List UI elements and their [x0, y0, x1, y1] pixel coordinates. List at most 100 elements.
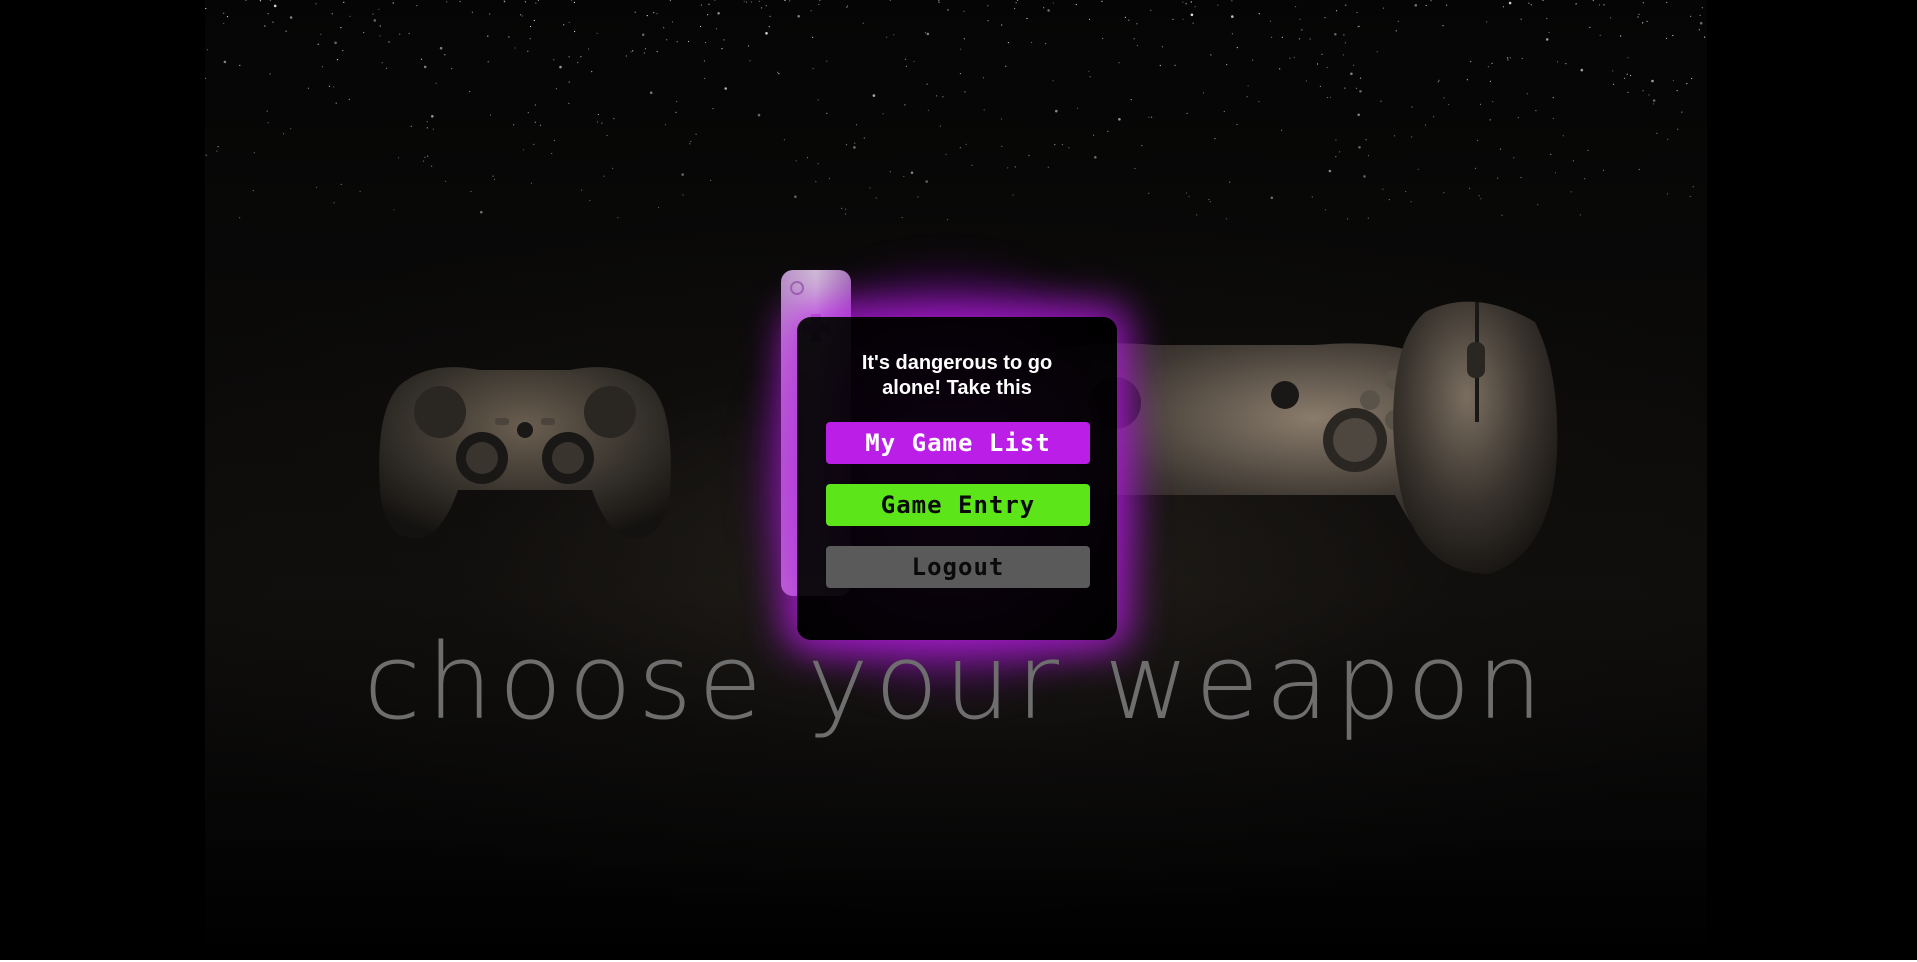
star [591, 71, 593, 73]
star [1028, 155, 1030, 157]
star [1397, 20, 1399, 22]
star [818, 3, 820, 6]
star [745, 1, 748, 3]
star [690, 140, 692, 143]
star [643, 52, 645, 54]
star [963, 10, 965, 12]
star [1102, 37, 1104, 40]
star [982, 77, 985, 79]
star [1667, 138, 1669, 140]
star [1686, 83, 1688, 85]
star [1579, 214, 1581, 216]
star [846, 5, 849, 7]
star [253, 152, 255, 154]
star [487, 61, 489, 63]
star [1231, 33, 1233, 35]
star [675, 111, 677, 113]
star [1443, 97, 1445, 99]
star [340, 27, 342, 29]
star [1487, 66, 1489, 68]
star [965, 143, 967, 145]
star [1214, 138, 1216, 140]
star [574, 30, 576, 33]
star [445, 180, 447, 182]
star [663, 27, 665, 29]
star [381, 62, 383, 64]
star [459, 0, 461, 3]
star [1497, 177, 1499, 179]
star [245, 0, 247, 1]
star [1648, 94, 1650, 96]
star [1281, 36, 1283, 38]
star [493, 178, 496, 181]
star [597, 121, 599, 123]
star [649, 91, 653, 94]
star [1466, 79, 1468, 81]
star [563, 24, 565, 26]
star [1258, 13, 1260, 15]
star [269, 73, 271, 75]
star [424, 156, 426, 158]
star [534, 121, 536, 123]
star [373, 19, 377, 22]
star [699, 25, 702, 28]
star [1202, 92, 1205, 94]
star [1347, 218, 1349, 220]
star [1521, 57, 1523, 60]
star [1642, 22, 1644, 24]
star [1689, 195, 1691, 198]
star [589, 199, 591, 202]
game-entry-button[interactable]: Game Entry [826, 484, 1090, 526]
star [1188, 195, 1190, 198]
star [845, 213, 847, 215]
star [723, 39, 725, 41]
star [1299, 18, 1301, 20]
star [1289, 57, 1291, 59]
logout-button[interactable]: Logout [826, 546, 1090, 588]
star [359, 190, 361, 192]
star [1231, 15, 1234, 18]
star [938, 0, 940, 1]
star [568, 81, 570, 83]
star [426, 121, 428, 123]
star [845, 208, 847, 210]
star [1620, 35, 1622, 37]
star [1172, 18, 1174, 20]
star [1005, 65, 1007, 67]
star [1229, 181, 1231, 183]
star [316, 186, 318, 188]
star [568, 56, 570, 58]
star [431, 165, 433, 167]
star [913, 60, 915, 62]
star [1638, 168, 1640, 171]
star [1190, 1, 1192, 3]
star [534, 104, 536, 106]
star [1210, 54, 1212, 56]
menu-heading: It's dangerous to go alone! Take this [861, 352, 1053, 399]
star [1089, 76, 1091, 78]
star [1052, 80, 1054, 82]
star [1356, 11, 1358, 14]
star [1192, 22, 1194, 24]
star [1280, 129, 1283, 131]
star [1054, 144, 1056, 146]
star [630, 51, 632, 53]
my-game-list-button[interactable]: My Game List [826, 422, 1090, 464]
star [272, 21, 274, 23]
star [1691, 77, 1693, 80]
star [893, 34, 895, 36]
star [378, 8, 380, 10]
star [1652, 99, 1656, 102]
star [1575, 3, 1577, 5]
star [1151, 116, 1153, 118]
star [1185, 192, 1187, 194]
star [205, 7, 207, 10]
star [1343, 34, 1345, 36]
star [1612, 70, 1614, 72]
star [432, 128, 434, 130]
star [964, 91, 966, 93]
star [695, 133, 697, 135]
star [1344, 87, 1346, 89]
star [283, 133, 285, 135]
star [1047, 9, 1050, 12]
